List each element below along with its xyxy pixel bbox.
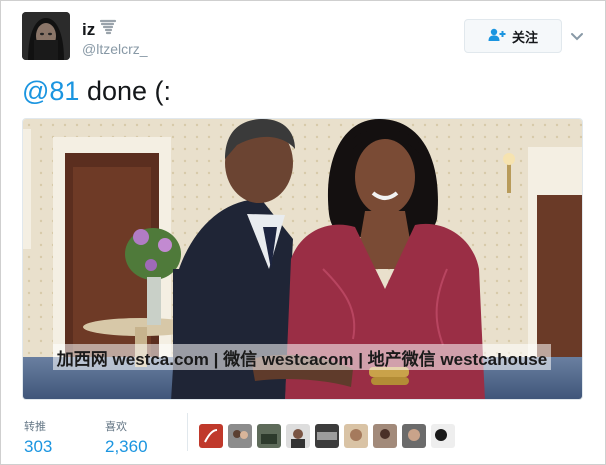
tweet-body: done (: [79,76,172,106]
liker-avatar[interactable] [373,424,397,448]
liker-avatar[interactable] [431,424,455,448]
liker-avatar[interactable] [257,424,281,448]
tweet-photo[interactable]: 加西网 westca.com | 微信 westcacom | 地产微信 wes… [22,118,583,400]
liker-avatars [199,424,455,448]
user-handle[interactable]: @ltzelcrz_ [82,41,148,57]
mention-link[interactable]: @81 [22,76,79,106]
user-name-row: iz [82,18,117,41]
follow-button-label: 关注 [511,29,538,45]
liker-avatar[interactable] [344,424,368,448]
follow-button[interactable]: 关注 [464,19,562,53]
like-stat[interactable]: 喜欢 2,360 [105,418,148,457]
retweet-label: 转推 [24,421,46,433]
liker-avatar[interactable] [402,424,426,448]
retweet-stat[interactable]: 转推 303 [24,418,52,457]
like-label: 喜欢 [105,421,127,433]
stats-divider [187,413,188,451]
user-display-name[interactable]: iz [82,20,95,40]
add-user-icon [488,28,506,45]
user-avatar[interactable] [22,12,70,60]
liker-avatar[interactable] [315,424,339,448]
liker-avatar[interactable] [228,424,252,448]
chevron-down-icon[interactable] [569,28,585,44]
like-count[interactable]: 2,360 [105,437,148,457]
liker-avatar[interactable] [199,424,223,448]
liker-avatar[interactable] [286,424,310,448]
retweet-count[interactable]: 303 [24,437,52,457]
photo-watermark: 加西网 westca.com | 微信 westcacom | 地产微信 wes… [53,344,551,370]
tornado-emoji-icon [99,18,117,41]
tweet-text: @81 done (: [22,76,171,107]
